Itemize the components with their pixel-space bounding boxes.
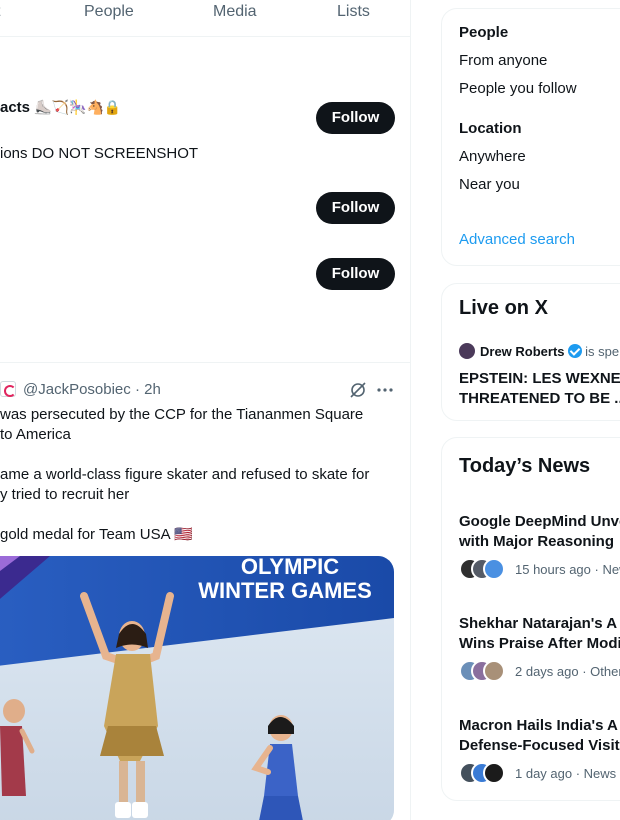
search-filters-card: People From anyone People you follow Loc… <box>441 8 620 266</box>
skating-podium-image: OLYMPIC WINTER GAMES <box>0 556 394 820</box>
follow-button[interactable]: Follow <box>316 258 395 290</box>
live-card-title: Live on X <box>459 297 548 319</box>
live-host: Drew Roberts is spe <box>480 344 619 359</box>
user-display-name[interactable]: acts ⛸️🏹🎠🐴🔒 <box>0 99 121 116</box>
user-name-emoji: ⛸️🏹🎠🐴🔒 <box>34 99 122 115</box>
news-card-title: Today’s News <box>459 455 591 477</box>
live-on-x-card[interactable]: Live on X Drew Roberts is spe EPSTEIN: L… <box>441 283 620 421</box>
verified-badge-icon <box>567 344 582 358</box>
banner-text-olympic: OLYMPIC <box>241 556 339 579</box>
location-filter-heading: Location <box>459 120 522 137</box>
news-avatars <box>459 762 509 784</box>
news-headline: Defense-Focused Visit <box>459 737 620 754</box>
avatar <box>483 762 505 784</box>
host-avatar <box>459 343 475 359</box>
banner-text-winter-games: WINTER GAMES <box>198 578 372 603</box>
news-headline: Shekhar Natarajan's A <box>459 615 618 632</box>
tweet-text-line: ame a world-class figure skater and refu… <box>0 466 370 483</box>
filter-option-near-you[interactable]: Near you <box>459 176 520 193</box>
news-avatars <box>459 558 509 580</box>
more-icon[interactable] <box>376 381 394 399</box>
news-headline: Macron Hails India's A <box>459 717 618 734</box>
tweet-text-line: y tried to recruit her <box>0 486 130 503</box>
news-headline: with Major Reasoning <box>459 533 615 550</box>
advanced-search-link[interactable]: Advanced search <box>459 231 575 248</box>
filter-option-anywhere[interactable]: Anywhere <box>459 148 526 165</box>
people-filter-heading: People <box>459 24 509 41</box>
news-meta: 2 days ago · Other <box>515 664 620 679</box>
grok-icon[interactable] <box>349 381 367 399</box>
main-column: t People Media Lists acts ⛸️🏹🎠🐴🔒 ions DO… <box>0 0 411 820</box>
search-tabs: t People Media Lists <box>0 0 410 37</box>
filter-option-people-you-follow[interactable]: People you follow <box>459 80 577 97</box>
filter-option-from-anyone[interactable]: From anyone <box>459 52 547 69</box>
tweet-text-line: was persecuted by the CCP for the Tianan… <box>0 406 364 423</box>
tweet-handle[interactable]: @JackPosobiec <box>23 381 131 398</box>
tweet-text-line: gold medal for Team USA 🇺🇸 <box>0 526 193 543</box>
follow-button[interactable]: Follow <box>316 192 395 224</box>
affiliation-badge-icon <box>0 381 16 397</box>
news-avatars <box>459 660 509 682</box>
tab-people[interactable]: People <box>84 2 134 22</box>
news-meta: 15 hours ago · New <box>515 562 620 577</box>
todays-news-card: Today’s News Google DeepMind Unve with M… <box>441 437 620 801</box>
news-headline: Wins Praise After Modi <box>459 635 620 652</box>
avatar <box>483 660 505 682</box>
news-headline: Google DeepMind Unve <box>459 513 620 530</box>
live-title-line: EPSTEIN: LES WEXNER <box>459 370 620 387</box>
tweet-header: @JackPosobiec · 2h <box>0 381 161 401</box>
user-bio: ions DO NOT SCREENSHOT <box>0 145 199 162</box>
tab-lists[interactable]: Lists <box>337 2 370 22</box>
divider <box>0 362 410 363</box>
tab-media[interactable]: Media <box>213 2 257 22</box>
user-name-text: acts <box>0 99 31 116</box>
tweet-photo[interactable]: OLYMPIC WINTER GAMES <box>0 556 394 820</box>
news-meta: 1 day ago · News · <box>515 766 620 781</box>
live-title-line: THREATENED TO BE ... <box>459 390 620 407</box>
live-status: is spe <box>585 344 620 359</box>
host-name: Drew Roberts <box>480 344 565 359</box>
follow-button[interactable]: Follow <box>316 102 395 134</box>
tweet-text-line: to America <box>0 426 71 443</box>
avatar <box>483 558 505 580</box>
tweet-time[interactable]: · 2h <box>135 381 161 398</box>
